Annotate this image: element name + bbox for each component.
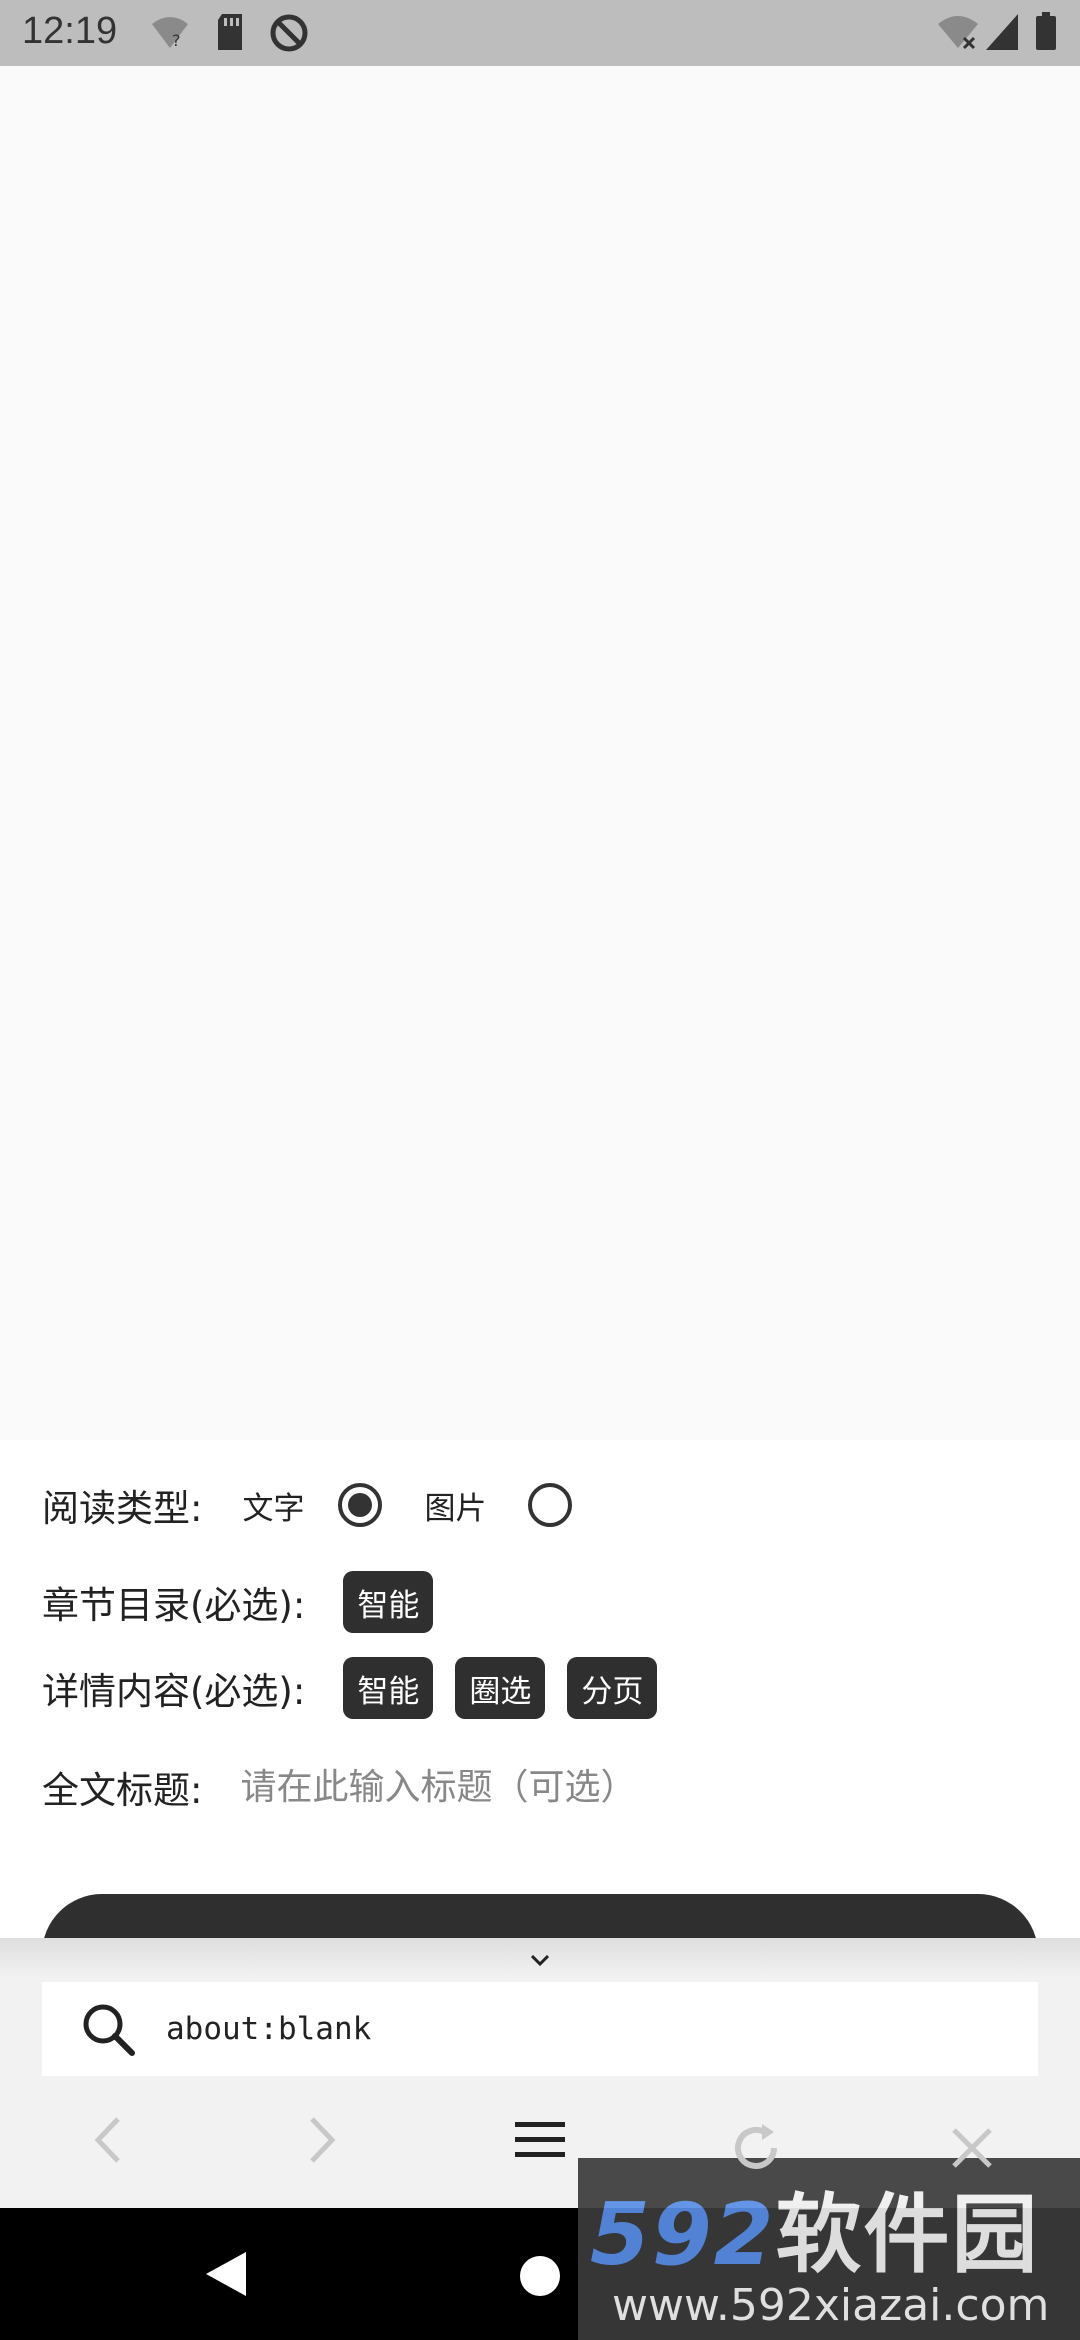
radio-image[interactable] <box>528 1483 573 1527</box>
title-row: 全文标题: <box>42 1760 803 1814</box>
svg-text:?: ? <box>172 31 181 50</box>
detail-chip-paging[interactable]: 分页 <box>567 1657 658 1719</box>
detail-row: 详情内容(必选): 智能 圈选 分页 <box>42 1657 658 1719</box>
chapter-row: 章节目录(必选): 智能 <box>42 1571 434 1633</box>
forward-icon[interactable] <box>292 2110 352 2170</box>
wifi-x-icon <box>936 12 980 56</box>
title-label: 全文标题: <box>42 1769 203 1812</box>
watermark-overlay: 592软件园 www.592xiazai.com <box>578 2158 1080 2340</box>
detail-label: 详情内容(必选): <box>42 1670 306 1713</box>
url-text: about:blank <box>166 2011 372 2047</box>
web-content-area[interactable] <box>0 66 1080 1440</box>
back-triangle-icon[interactable] <box>204 2250 248 2302</box>
home-circle-icon[interactable] <box>518 2254 562 2302</box>
detail-chip-smart[interactable]: 智能 <box>343 1657 434 1719</box>
battery-icon <box>1034 12 1058 56</box>
watermark-logo: 592软件园 <box>590 2164 1040 2289</box>
collapse-chevron-icon[interactable] <box>520 1944 560 1976</box>
wifi-question-icon: ? <box>150 12 190 56</box>
sd-card-icon <box>214 12 246 56</box>
chapter-label: 章节目录(必选): <box>42 1584 306 1627</box>
detail-chip-select[interactable]: 圈选 <box>455 1657 546 1719</box>
watermark-site: www.592xiazai.com <box>612 2280 1050 2331</box>
back-icon[interactable] <box>78 2110 138 2170</box>
option-text-label: 文字 <box>242 1490 305 1527</box>
close-icon[interactable] <box>948 2124 996 2172</box>
radio-selected-dot <box>348 1493 373 1517</box>
chapter-chip-smart[interactable]: 智能 <box>343 1571 434 1633</box>
option-image-label: 图片 <box>424 1490 487 1527</box>
menu-icon[interactable] <box>510 2110 570 2170</box>
status-time: 12:19 <box>22 10 118 52</box>
search-icon <box>80 2001 136 2057</box>
radio-text[interactable] <box>338 1483 383 1527</box>
title-input[interactable] <box>238 1765 803 1809</box>
refresh-icon[interactable] <box>728 2120 784 2176</box>
reading-type-label: 阅读类型: <box>42 1487 203 1530</box>
cell-signal-icon <box>984 12 1020 56</box>
reading-type-row: 阅读类型: 文字 图片 <box>42 1478 573 1532</box>
sync-off-icon <box>268 12 310 58</box>
status-bar: 12:19 ? <box>0 0 1080 66</box>
url-bar[interactable]: about:blank <box>42 1982 1038 2076</box>
watermark-brand-cn: 软件园 <box>775 2185 1040 2285</box>
watermark-number: 592 <box>590 2185 776 2285</box>
